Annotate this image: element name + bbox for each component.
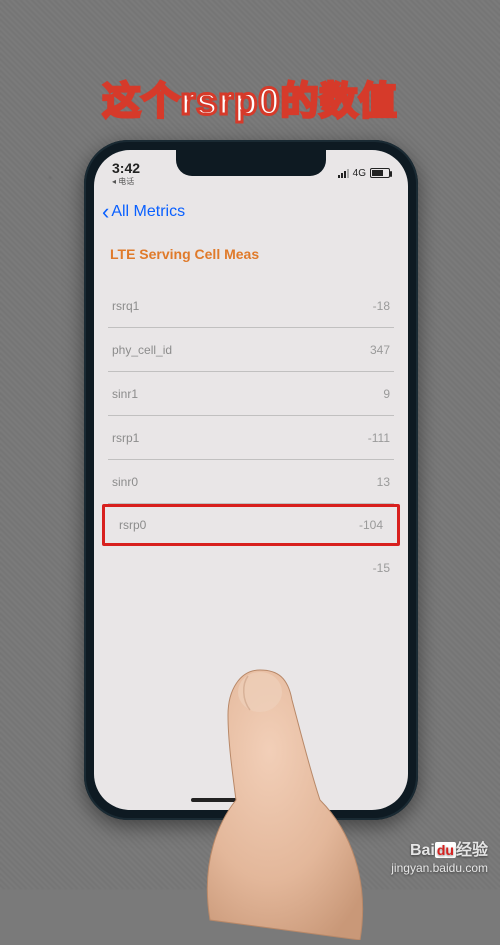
metric-label: phy_cell_id	[112, 343, 172, 357]
metric-row[interactable]: sinr1 9	[108, 372, 394, 416]
metric-label: rsrp1	[112, 431, 139, 445]
metric-value: -104	[359, 518, 383, 532]
metric-label: rsrp0	[119, 518, 146, 532]
highlight-box: rsrp0 -104	[102, 504, 400, 546]
phone-frame: 3:42 ◂ 电话 4G ‹ All Metrics LTE Serving C…	[84, 140, 418, 820]
watermark-url: jingyan.baidu.com	[391, 861, 488, 877]
watermark: Baidu经验 jingyan.baidu.com	[391, 841, 488, 877]
signal-icon	[338, 169, 349, 178]
nav-bar: ‹ All Metrics	[94, 194, 408, 230]
metric-label: rsrq1	[112, 299, 139, 313]
metric-row[interactable]: phy_cell_id 347	[108, 328, 394, 372]
metric-label: sinr0	[112, 475, 138, 489]
metric-row[interactable]: rsrp0 -104	[115, 507, 387, 543]
status-time: 3:42	[112, 160, 140, 176]
metric-row[interactable]: rsrq1 -18	[108, 284, 394, 328]
home-indicator[interactable]	[191, 798, 311, 802]
battery-icon	[370, 168, 390, 178]
metric-row[interactable]: rsrp1 -111	[108, 416, 394, 460]
metric-value: -111	[368, 431, 390, 445]
metrics-list: rsrq1 -18 phy_cell_id 347 sinr1 9 rsrp1 -111 sin…	[108, 284, 394, 590]
network-label: 4G	[353, 168, 366, 179]
status-back-to-phone[interactable]: ◂ 电话	[112, 176, 140, 187]
metric-row[interactable]: sinr0 13	[108, 460, 394, 504]
back-button[interactable]: ‹ All Metrics	[102, 201, 185, 223]
metric-value: -18	[373, 299, 390, 313]
metric-row[interactable]: -15	[108, 546, 394, 590]
metric-value: 9	[383, 387, 390, 401]
watermark-brand-suffix: 经验	[456, 842, 488, 859]
metric-value: -15	[373, 561, 390, 575]
phone-screen: 3:42 ◂ 电话 4G ‹ All Metrics LTE Serving C…	[94, 150, 408, 810]
notch	[176, 150, 326, 176]
section-title: LTE Serving Cell Meas	[108, 246, 394, 262]
metric-label: sinr1	[112, 387, 138, 401]
watermark-brand-box: du	[435, 842, 456, 858]
status-right: 4G	[338, 168, 390, 179]
back-label: All Metrics	[111, 203, 185, 221]
metric-value: 13	[377, 475, 390, 489]
watermark-brand-prefix: Bai	[410, 842, 435, 859]
watermark-brand: Baidu经验	[391, 841, 488, 862]
annotation-overlay-text: 这个rsrp0的数值	[102, 70, 397, 125]
status-left: 3:42 ◂ 电话	[112, 160, 140, 187]
chevron-left-icon: ‹	[102, 201, 109, 223]
metric-value: 347	[370, 343, 390, 357]
content-area[interactable]: LTE Serving Cell Meas rsrq1 -18 phy_cell_i…	[108, 246, 394, 790]
